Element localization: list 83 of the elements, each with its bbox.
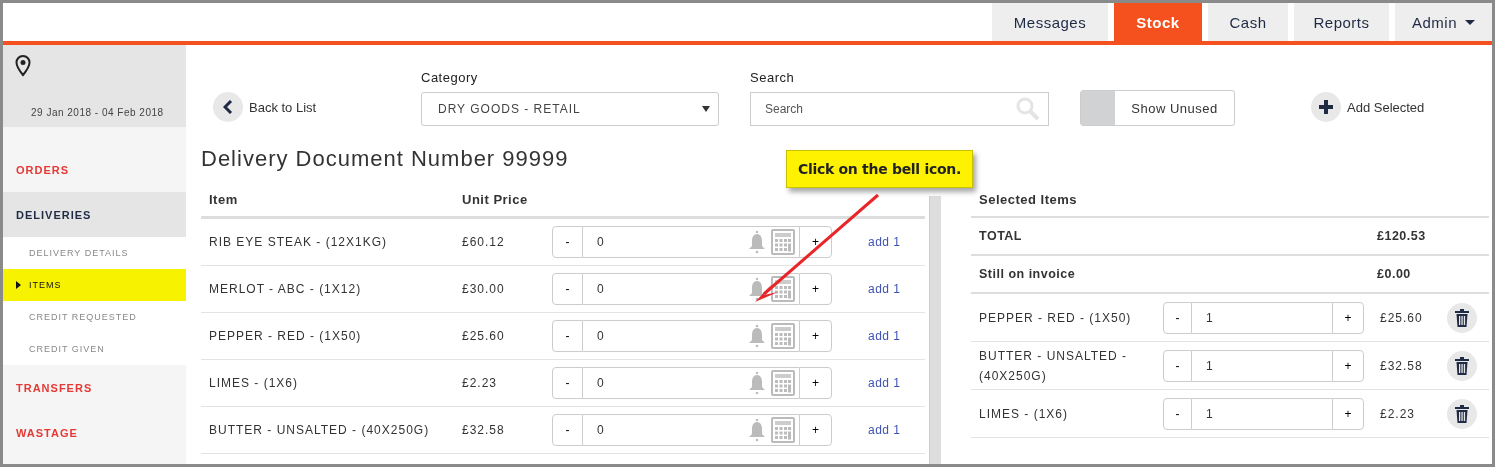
sidebar-item[interactable]: ITEMS xyxy=(3,269,186,301)
calculator-icon[interactable] xyxy=(771,323,795,349)
sidebar-item[interactable]: CREDIT GIVEN xyxy=(3,333,186,365)
calculator-icon[interactable] xyxy=(771,417,795,443)
column-header: Item xyxy=(208,191,239,207)
show-unused-toggle[interactable]: Show Unused xyxy=(1080,90,1235,126)
calculator-icon[interactable] xyxy=(771,229,795,255)
chevron-left-icon xyxy=(213,92,243,122)
sidebar-section[interactable]: WASTAGE xyxy=(3,410,186,455)
minus-button[interactable]: - xyxy=(552,414,583,446)
add-one-link[interactable]: add 1 xyxy=(868,235,901,249)
minus-button[interactable]: - xyxy=(1163,301,1192,334)
total-value: £0.00 xyxy=(1377,267,1411,281)
search-label: Search xyxy=(750,70,796,85)
plus-button[interactable]: + xyxy=(799,367,832,399)
category-dropdown[interactable]: DRY GOODS - RETAIL xyxy=(421,92,719,126)
item-name: RIB EYE STEAK - (12X1KG) xyxy=(208,235,389,249)
item-price: £32.58 xyxy=(1380,358,1424,373)
bell-icon[interactable] xyxy=(747,324,767,348)
plus-button[interactable]: + xyxy=(799,320,832,352)
add-one-link[interactable]: add 1 xyxy=(868,329,901,343)
total-label: TOTAL xyxy=(978,229,1023,243)
item-price: £25.60 xyxy=(1380,310,1424,325)
item-price: £2.23 xyxy=(462,376,499,390)
calculator-icon[interactable] xyxy=(771,370,795,396)
total-value: £120.53 xyxy=(1377,229,1426,243)
nav-tab[interactable]: Admin xyxy=(1395,3,1492,41)
add-selected-button[interactable]: Add Selected xyxy=(1311,92,1425,122)
back-to-list-link[interactable]: Back to List xyxy=(213,92,409,122)
item-name: BUTTER - UNSALTED - (40X250G) xyxy=(978,347,1129,385)
minus-button[interactable]: - xyxy=(1163,397,1192,430)
item-price: £2.23 xyxy=(1380,406,1417,421)
total-label: Still on invoice xyxy=(978,267,1077,281)
sidebar-section[interactable]: DELIVERIES xyxy=(3,192,186,237)
minus-button[interactable]: - xyxy=(552,367,583,399)
bell-icon[interactable] xyxy=(747,371,767,395)
plus-button[interactable]: + xyxy=(799,273,832,305)
location-pin-icon xyxy=(15,55,31,77)
trash-icon[interactable] xyxy=(1447,350,1477,381)
trash-icon[interactable] xyxy=(1447,302,1477,333)
item-name: LIMES - (1X6) xyxy=(208,376,300,390)
nav-tab[interactable]: Reports xyxy=(1294,3,1389,41)
item-name: MERLOT - ABC - (1X12) xyxy=(208,282,363,296)
sidebar-section[interactable]: TRANSFERS xyxy=(3,365,186,410)
nav-tab[interactable]: Messages xyxy=(992,3,1108,41)
panel-title: Selected Items xyxy=(971,182,1489,218)
plus-button[interactable]: + xyxy=(1332,397,1364,430)
date-range: 29 Jan 2018 - 04 Feb 2018 xyxy=(31,107,165,118)
minus-button[interactable]: - xyxy=(552,320,583,352)
scrollbar[interactable] xyxy=(929,196,941,464)
plus-icon xyxy=(1311,92,1341,122)
search-icon xyxy=(1016,97,1040,121)
minus-button[interactable]: - xyxy=(552,273,583,305)
add-one-link[interactable]: add 1 xyxy=(868,423,901,437)
callout-tooltip: Click on the bell icon. xyxy=(786,150,973,188)
nav-tab[interactable]: Cash xyxy=(1208,3,1288,41)
sidebar-section[interactable]: ORDERS xyxy=(3,147,186,192)
plus-button[interactable]: + xyxy=(1332,301,1364,334)
item-price: £25.60 xyxy=(462,329,506,343)
plus-button[interactable]: + xyxy=(799,414,832,446)
column-header: Unit Price xyxy=(462,191,528,207)
item-name: LIMES - (1X6) xyxy=(978,405,1070,423)
minus-button[interactable]: - xyxy=(552,226,583,258)
item-name: BUTTER - UNSALTED - (40X250G) xyxy=(208,423,431,437)
sidebar-item[interactable]: CREDIT REQUESTED xyxy=(3,301,186,333)
plus-button[interactable]: + xyxy=(799,226,832,258)
trash-icon[interactable] xyxy=(1447,398,1477,429)
item-price: £60.12 xyxy=(462,235,506,249)
minus-button[interactable]: - xyxy=(1163,349,1192,382)
item-price: £30.00 xyxy=(462,282,506,296)
calculator-icon[interactable] xyxy=(771,276,795,302)
category-label: Category xyxy=(421,70,479,85)
sidebar-item[interactable]: DELIVERY DETAILS xyxy=(3,237,186,269)
item-name: PEPPER - RED - (1X50) xyxy=(208,329,363,343)
search-field[interactable]: Search xyxy=(750,92,1049,126)
add-one-link[interactable]: add 1 xyxy=(868,376,901,390)
plus-button[interactable]: + xyxy=(1332,349,1364,382)
bell-icon[interactable] xyxy=(747,230,767,254)
item-name: PEPPER - RED - (1X50) xyxy=(978,309,1133,327)
item-price: £32.58 xyxy=(462,423,506,437)
add-one-link[interactable]: add 1 xyxy=(868,282,901,296)
page-title: Delivery Document Number 99999 xyxy=(201,145,569,172)
bell-icon[interactable] xyxy=(747,418,767,442)
